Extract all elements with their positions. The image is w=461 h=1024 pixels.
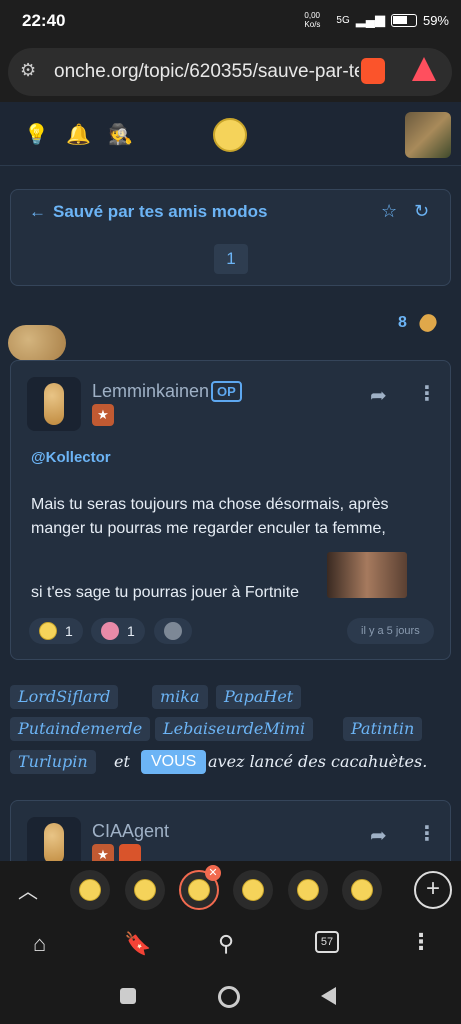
user-mention[interactable]: @Kollector <box>31 449 111 466</box>
back-arrow-icon[interactable]: ← <box>29 202 46 222</box>
peanut-icon[interactable] <box>416 311 440 335</box>
battery-icon <box>390 13 417 27</box>
site-settings-icon[interactable]: ⚙ <box>20 60 36 81</box>
smiley-icon <box>242 879 264 901</box>
topic-header-card: ← Sauvé par tes amis modos ☆ ↻ 1 <box>10 189 451 286</box>
site-logo-smiley-icon[interactable] <box>213 118 247 152</box>
url-text[interactable]: onche.org/topic/620355/sauve-par-te <box>54 61 359 83</box>
clock: 22:40 <box>22 11 66 30</box>
post-paragraph: Mais tu seras toujours ma chose désormai… <box>31 496 389 537</box>
share-icon[interactable]: ➦ <box>370 383 387 408</box>
crying-smiley-icon <box>39 622 57 640</box>
chevron-up-icon[interactable]: ︿ <box>18 875 38 904</box>
status-icons: 0,00 Ko/s 5G ▂▄▆ 59% <box>304 11 449 29</box>
reaction-count: 1 <box>127 623 135 639</box>
smiley-icon <box>79 879 101 901</box>
close-tab-icon[interactable]: ✕ <box>205 865 221 881</box>
rank-badge-icon: ★ <box>92 404 114 426</box>
star-icon[interactable]: ☆ <box>381 201 397 222</box>
reaction-button[interactable]: 1 <box>91 618 145 644</box>
site-header: 💡 🔔 🕵 <box>0 102 461 166</box>
thrower-name[interactable]: LebaiseurdeMimi <box>155 717 314 741</box>
thrower-name[interactable]: Putaindemerde <box>10 717 151 741</box>
bookmark-icon[interactable]: 🔖 <box>124 931 151 957</box>
more-options-icon[interactable]: ⋮ <box>417 381 437 406</box>
thrown-peanuts-text: avez lancé des cacahuètes. <box>208 752 428 771</box>
author-avatar[interactable] <box>27 377 81 431</box>
post-paragraph: si t'es sage tu pourras jouer à Fortnite <box>31 584 300 601</box>
thrower-name[interactable]: LordSiflard <box>10 685 119 709</box>
tab-count[interactable]: 57 <box>315 931 339 953</box>
smiley-icon <box>351 879 373 901</box>
peanut-pile-icon <box>8 325 66 361</box>
search-icon[interactable]: ⚲ <box>218 931 234 957</box>
url-field[interactable]: ⚙ onche.org/topic/620355/sauve-par-te <box>8 48 452 96</box>
reaction-count: 1 <box>65 623 73 639</box>
you-badge: VOUS <box>141 750 207 774</box>
network-type: 5G <box>336 14 350 26</box>
network-speed: 0,00 Ko/s <box>304 11 321 29</box>
tab-thumbnail[interactable] <box>70 870 110 910</box>
home-icon[interactable]: ⌂ <box>33 931 46 957</box>
signal-icon: ▂▄▆ <box>355 12 385 27</box>
system-navigation <box>0 968 461 1024</box>
new-tab-plus-icon[interactable]: + <box>414 871 452 909</box>
face-image[interactable] <box>327 552 407 598</box>
tab-strip: ︿ ✕ + <box>0 861 461 919</box>
tab-thumbnail[interactable] <box>288 870 328 910</box>
brave-shield-icon[interactable] <box>361 58 385 84</box>
thrower-name[interactable]: PapaHet <box>216 685 302 709</box>
page-button-1[interactable]: 1 <box>214 244 248 274</box>
peanut-avatar-icon <box>44 823 64 865</box>
smiley-icon <box>297 879 319 901</box>
incognito-icon[interactable]: 🕵 <box>108 122 133 147</box>
thrower-name[interactable]: mika <box>152 685 208 709</box>
peanut-avatar-icon <box>44 383 64 425</box>
tab-thumbnail[interactable] <box>125 870 165 910</box>
brave-rewards-icon[interactable] <box>412 57 436 81</box>
grey-smiley-icon <box>164 622 182 640</box>
user-avatar[interactable] <box>405 112 451 158</box>
connector-text: et <box>114 752 130 771</box>
menu-icon[interactable]: ⋮ <box>410 929 432 955</box>
thrower-name[interactable]: Patintin <box>343 717 423 741</box>
thrower-name[interactable]: Turlupin <box>10 750 96 774</box>
post-timestamp: il y a 5 jours <box>347 618 434 644</box>
peanut-count: 8 <box>398 314 407 331</box>
refresh-icon[interactable]: ↻ <box>414 201 429 222</box>
share-icon[interactable]: ➦ <box>370 823 387 848</box>
back-triangle-icon[interactable] <box>321 987 336 1005</box>
op-badge: OP <box>211 381 242 402</box>
status-bar: 22:40 0,00 Ko/s 5G ▂▄▆ 59% <box>0 0 461 40</box>
pink-blob-icon <box>101 622 119 640</box>
browser-bottom-bar: ⌂ 🔖 ⚲ 57 ⋮ <box>0 919 461 968</box>
home-circle-icon[interactable] <box>218 986 240 1008</box>
topic-title: Sauvé par tes amis modos <box>53 202 268 221</box>
post-card: Lemminkainen OP ★ ➦ ⋮ @Kollector Mais tu… <box>10 360 451 660</box>
browser-toolbar: ⚙ onche.org/topic/620355/sauve-par-te <box>0 40 461 102</box>
author-name[interactable]: CIAAgent <box>92 821 169 842</box>
add-reaction-button[interactable] <box>154 618 192 644</box>
recents-icon[interactable] <box>120 988 136 1004</box>
lightbulb-icon[interactable]: 💡 <box>24 122 49 147</box>
smiley-icon <box>188 879 210 901</box>
tab-thumbnail[interactable] <box>233 870 273 910</box>
more-options-icon[interactable]: ⋮ <box>417 821 437 846</box>
tab-thumbnail[interactable] <box>342 870 382 910</box>
battery-level: 59% <box>422 12 449 28</box>
bell-icon[interactable]: 🔔 <box>66 122 91 147</box>
reaction-button[interactable]: 1 <box>29 618 83 644</box>
smiley-icon <box>134 879 156 901</box>
author-name[interactable]: Lemminkainen <box>92 381 209 402</box>
